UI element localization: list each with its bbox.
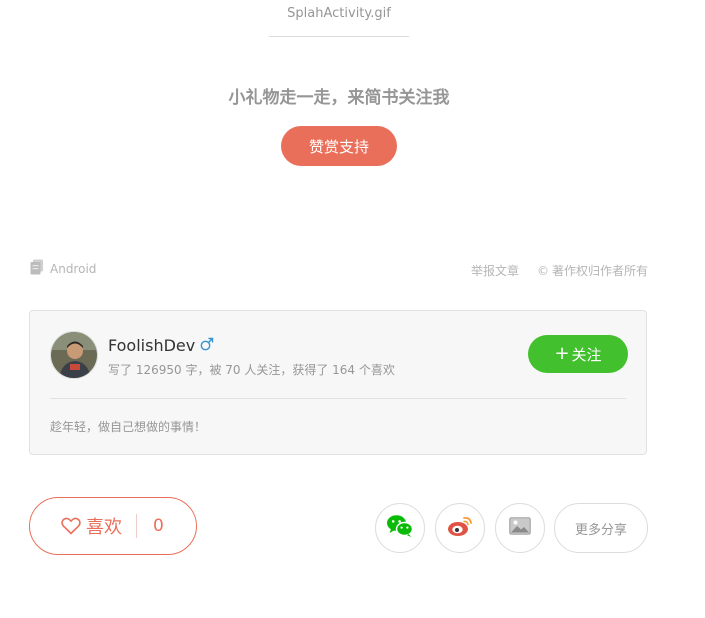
reward-title: 小礼物走一走，来简书关注我 bbox=[228, 88, 450, 108]
card-divider bbox=[50, 398, 626, 399]
copyright-notice: © 著作权归作者所有 bbox=[537, 262, 648, 279]
like-button[interactable]: 喜欢 0 bbox=[29, 497, 197, 555]
heart-icon bbox=[61, 517, 81, 535]
male-icon bbox=[200, 336, 214, 355]
avatar[interactable] bbox=[50, 331, 98, 379]
image-caption: SplahActivity.gif bbox=[287, 6, 391, 21]
weibo-icon bbox=[447, 515, 473, 541]
share-image-button[interactable] bbox=[495, 503, 545, 553]
author-card: FoolishDev 写了 126950 字，被 70 人关注，获得了 164 … bbox=[29, 310, 647, 455]
image-icon bbox=[509, 517, 531, 539]
copyright-text: 著作权归作者所有 bbox=[551, 264, 648, 278]
share-weibo-button[interactable] bbox=[435, 503, 485, 553]
like-separator bbox=[136, 514, 137, 538]
author-name[interactable]: FoolishDev bbox=[108, 336, 195, 355]
like-label: 喜欢 bbox=[86, 517, 122, 538]
author-stats: 写了 126950 字，被 70 人关注，获得了 164 个喜欢 bbox=[108, 363, 395, 377]
wechat-icon bbox=[386, 514, 414, 542]
article-meta-right: 举报文章 © 著作权归作者所有 bbox=[471, 262, 648, 279]
notebook-link[interactable]: Android bbox=[30, 259, 96, 279]
copyright-icon: © bbox=[536, 263, 549, 278]
plus-icon: + bbox=[554, 343, 570, 364]
more-share-button[interactable]: 更多分享 bbox=[554, 503, 648, 553]
follow-button[interactable]: + 关注 bbox=[528, 335, 628, 373]
follow-label: 关注 bbox=[571, 345, 602, 364]
like-count: 0 bbox=[153, 516, 164, 536]
author-bio: 趁年轻，做自己想做的事情！ bbox=[50, 420, 207, 434]
notebook-label: Android bbox=[50, 262, 97, 276]
notebook-icon bbox=[30, 259, 44, 279]
share-wechat-button[interactable] bbox=[375, 503, 425, 553]
reward-button[interactable]: 赞赏支持 bbox=[281, 126, 397, 166]
report-article-link[interactable]: 举报文章 bbox=[471, 262, 519, 279]
caption-divider bbox=[269, 36, 409, 37]
